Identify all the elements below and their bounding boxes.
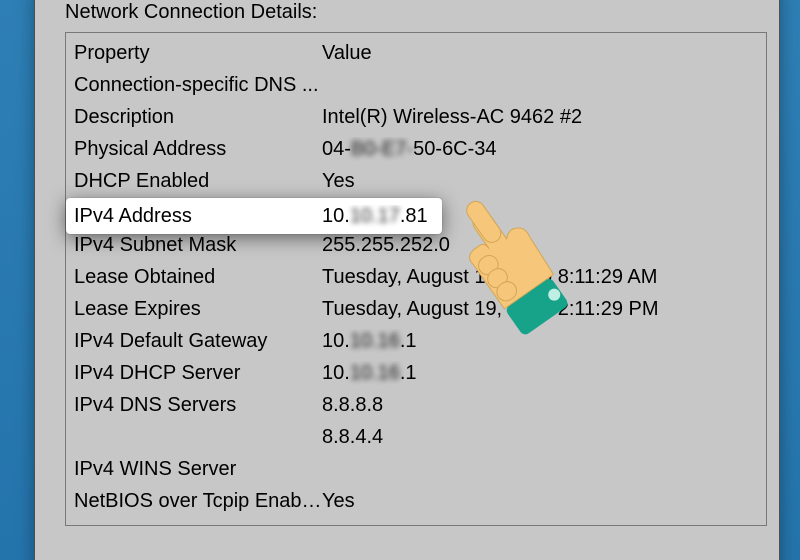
desktop-background: Network Connection Details: Property Val… xyxy=(0,0,800,560)
property-cell: IPv4 Subnet Mask xyxy=(74,233,322,257)
column-header-value: Value xyxy=(322,41,758,65)
value-cell: Tuesday, August 19, 2020 2:11:29 PM xyxy=(322,297,758,321)
highlight-ipv4-address: IPv4 Address 10.10.17.81 xyxy=(66,198,442,234)
value-cell: 8.8.8.8 xyxy=(322,393,758,417)
table-row: DHCP EnabledYes xyxy=(66,165,766,197)
property-cell: IPv4 Default Gateway xyxy=(74,329,322,353)
property-cell: Lease Expires xyxy=(74,297,322,321)
table-row: Connection-specific DNS ... xyxy=(66,69,766,101)
table-row: Lease ObtainedTuesday, August 18, 2020 8… xyxy=(66,261,766,293)
property-cell: Connection-specific DNS ... xyxy=(74,73,322,97)
redacted-text: B0-E7- xyxy=(351,137,413,161)
property-cell: IPv4 Address xyxy=(74,205,322,228)
property-cell: Lease Obtained xyxy=(74,265,322,289)
table-row: IPv4 DHCP Server10.10.16.1 xyxy=(66,357,766,389)
redacted-text: 10.17 xyxy=(350,205,400,228)
property-cell: Description xyxy=(74,105,322,129)
table-row: DescriptionIntel(R) Wireless-AC 9462 #2 xyxy=(66,101,766,133)
value-cell: 10.10.16.1 xyxy=(322,329,758,353)
column-header-property: Property xyxy=(74,41,322,65)
redacted-text: 10.16 xyxy=(350,361,400,385)
value-cell: 8.8.4.4 xyxy=(322,425,758,449)
value-cell: 10.10.16.1 xyxy=(322,361,758,385)
redacted-text: 10.16 xyxy=(350,329,400,353)
property-cell: DHCP Enabled xyxy=(74,169,322,193)
value-cell: 04-B0-E7-50-6C-34 xyxy=(322,137,758,161)
table-row: IPv4 Default Gateway10.10.16.1 xyxy=(66,325,766,357)
network-details-dialog: Network Connection Details: Property Val… xyxy=(34,0,780,560)
value-cell: 255.255.252.0 xyxy=(322,233,758,257)
details-panel: Property Value Connection-specific DNS .… xyxy=(65,32,767,526)
value-cell: 10.10.17.81 xyxy=(322,205,434,228)
table-row: Lease ExpiresTuesday, August 19, 2020 2:… xyxy=(66,293,766,325)
property-cell: IPv4 WINS Server xyxy=(74,457,322,481)
table-row: NetBIOS over Tcpip Enabl...Yes xyxy=(66,485,766,517)
table-row: IPv4 WINS Server xyxy=(66,453,766,485)
property-cell: IPv4 DHCP Server xyxy=(74,361,322,385)
dialog-title: Network Connection Details: xyxy=(65,1,767,24)
property-cell: IPv4 DNS Servers xyxy=(74,393,322,417)
table-row: Physical Address04-B0-E7-50-6C-34 xyxy=(66,133,766,165)
value-cell: Yes xyxy=(322,169,758,193)
table-row: IPv4 DNS Servers8.8.8.8 xyxy=(66,389,766,421)
property-cell: NetBIOS over Tcpip Enabl... xyxy=(74,489,322,513)
value-cell: Tuesday, August 18, 2020 8:11:29 AM xyxy=(322,265,758,289)
header-row: Property Value xyxy=(66,37,766,69)
value-cell: Intel(R) Wireless-AC 9462 #2 xyxy=(322,105,758,129)
value-cell: Yes xyxy=(322,489,758,513)
property-cell: Physical Address xyxy=(74,137,322,161)
table-row: 8.8.4.4 xyxy=(66,421,766,453)
